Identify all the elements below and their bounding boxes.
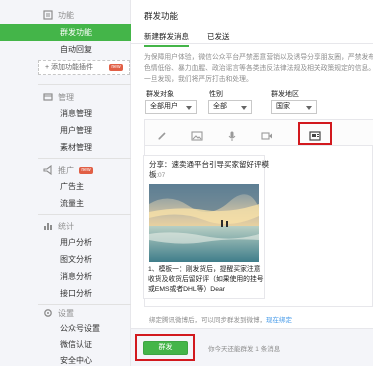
sidebar-item-user-manage[interactable]: 用户管理 (0, 122, 131, 139)
sidebar-item-message-manage[interactable]: 消息管理 (0, 105, 131, 122)
sidebar-item-material-manage[interactable]: 素材管理 (0, 139, 131, 156)
sidebar-item-user-analysis[interactable]: 用户分析 (0, 234, 131, 251)
sidebar-group-manage: 管理 (0, 90, 131, 106)
news-card-image (149, 184, 259, 262)
sidebar-item-security-center[interactable]: 安全中心 (0, 352, 131, 366)
highlight-box (298, 122, 332, 145)
main-panel: 群发功能 新建群发消息 已发送 为保障用户体验，微信公众平台严禁恶意营销以及诱导… (131, 0, 373, 366)
sidebar-item-message-analysis[interactable]: 消息分析 (0, 268, 131, 285)
video-icon[interactable] (261, 128, 273, 140)
sidebar-group-title: 推广 (58, 166, 74, 175)
editor-toolbar (145, 120, 373, 146)
sidebar-group-feature: 功能 (0, 8, 131, 24)
voice-icon[interactable] (227, 128, 239, 141)
tab-bar: 新建群发消息 已发送 (131, 28, 373, 47)
chevron-down-icon (186, 106, 192, 110)
divider (38, 214, 131, 215)
sidebar-item-advertiser[interactable]: 广告主 (0, 178, 131, 195)
divider (38, 84, 131, 85)
tab-sent[interactable]: 已发送 (207, 31, 230, 42)
news-card-title: 分享：速卖通平台引导买家留好评模板 (149, 160, 269, 179)
news-card-description: 1、模板一：刚发货后，提醒买家注意收货及收货后留好评（如果使用的挂号或EMS或者… (148, 266, 264, 293)
filter-label-region: 群发地区 (271, 91, 299, 98)
gender-select[interactable]: 全部 (208, 100, 252, 114)
sidebar-item-wechat-verify[interactable]: 微信认证 (0, 336, 131, 353)
add-plugin-button[interactable]: + 添加功能插件 new (38, 60, 130, 75)
send-footer: 群发 你今天还能群发 1 条消息 (131, 328, 373, 366)
sidebar-item-mass-send[interactable]: 群发功能 (0, 24, 131, 41)
region-select-value: 国家 (276, 103, 290, 110)
bind-now-link[interactable]: 现在绑定 (266, 317, 292, 324)
sidebar-group-title: 统计 (58, 222, 74, 231)
sidebar-group-title: 管理 (58, 93, 74, 102)
megaphone-icon (42, 164, 54, 177)
sidebar-group-stats: 统计 (0, 219, 131, 235)
weibo-bind-hint: 绑定腾讯微博后，可以同步群发到微博，现在绑定 (131, 314, 373, 328)
gear-icon (42, 308, 54, 320)
sidebar-item-account-settings[interactable]: 公众号设置 (0, 320, 131, 337)
target-select[interactable]: 全部用户 (145, 100, 197, 114)
sidebar-group-title: 设置 (58, 309, 74, 318)
sidebar-item-article-analysis[interactable]: 图文分析 (0, 251, 131, 268)
region-select[interactable]: 国家 (271, 100, 317, 114)
target-select-value: 全部用户 (150, 103, 178, 110)
send-quota-text: 你今天还能群发 1 条消息 (208, 346, 281, 353)
filter-label-target: 群发对象 (146, 91, 174, 98)
weibo-bind-text: 绑定腾讯微博后，可以同步群发到微博 (149, 317, 260, 324)
page-title: 群发功能 (144, 11, 179, 21)
tab-new-message[interactable]: 新建群发消息 (144, 31, 189, 47)
feature-icon (42, 10, 54, 22)
gender-select-value: 全部 (213, 103, 227, 110)
sidebar-group-promote: 推广 new (0, 163, 131, 179)
filter-label-gender: 性别 (209, 91, 223, 98)
policy-notice: 为保障用户体验，微信公众平台严禁恶意营销以及诱导分享朋友圈，严禁发布色情低俗、暴… (144, 54, 373, 83)
sidebar-group-title: 功能 (58, 11, 74, 20)
sidebar-item-publisher[interactable]: 流量主 (0, 195, 131, 212)
add-plugin-label: + 添加功能插件 (45, 64, 94, 71)
sidebar-item-auto-reply[interactable]: 自动回复 (0, 41, 131, 58)
manage-icon (42, 92, 54, 104)
sidebar-item-api-analysis[interactable]: 接口分析 (0, 285, 131, 302)
chevron-down-icon (241, 106, 247, 110)
news-card-time: 13:07 (149, 172, 166, 179)
bar-chart-icon (42, 221, 54, 233)
chevron-down-icon (306, 106, 312, 110)
divider (38, 304, 131, 305)
pencil-icon[interactable] (157, 128, 169, 140)
new-badge: new (79, 167, 93, 174)
divider (38, 158, 131, 159)
wechat-mp-console: 功能 群发功能 自动回复 + 添加功能插件 new 管理 消息管理 用户管理 素… (0, 0, 373, 366)
new-badge: new (109, 64, 123, 71)
highlight-box (135, 334, 195, 361)
sidebar: 功能 群发功能 自动回复 + 添加功能插件 new 管理 消息管理 用户管理 素… (0, 0, 131, 366)
image-icon[interactable] (191, 128, 203, 141)
